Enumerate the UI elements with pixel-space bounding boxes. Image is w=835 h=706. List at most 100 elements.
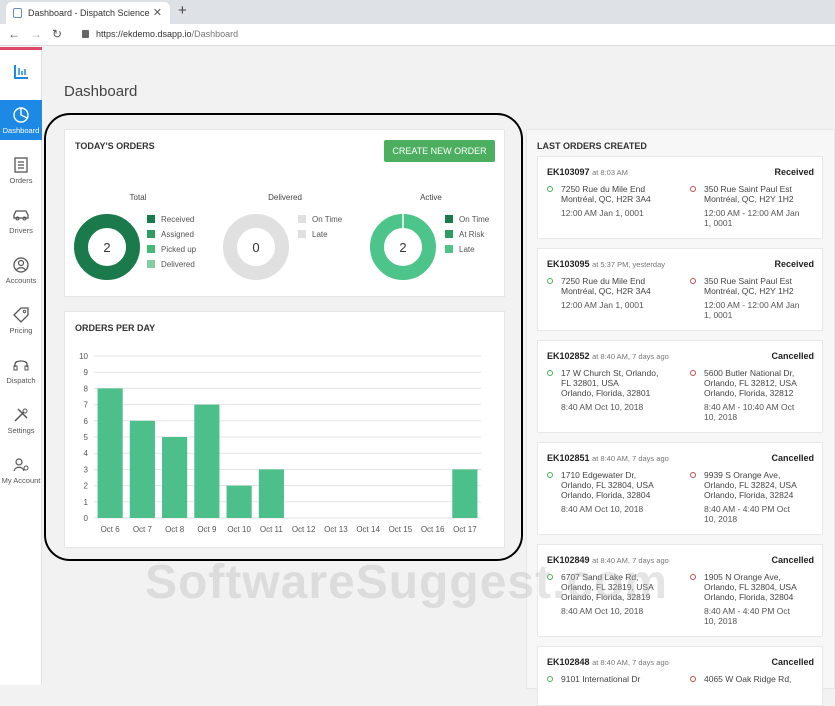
x-tick-label: Oct 17	[453, 525, 477, 534]
dropoff-address: 1905 N Orange Ave, Orlando, FL 32804, USA…	[690, 572, 820, 626]
address-bar: ← → ↻ https://ekdemo.dsapp.io/Dashboard	[0, 24, 835, 46]
pickup-address: 9101 International Dr	[547, 674, 665, 684]
tools-icon	[14, 408, 28, 422]
legend-item: On Time	[298, 215, 342, 230]
order-id: EK103095 at 5:37 PM, yesterday	[547, 259, 665, 269]
dropoff-address: 5600 Butler National Dr, Orlando, FL 3281…	[690, 368, 820, 422]
sidebar-item-accounts[interactable]: Accounts	[0, 250, 42, 290]
address-line: 1905 N Orange Ave,	[704, 572, 781, 582]
order-card[interactable]: EK103097 at 8:03 AM Received 7250 Rue du M…	[537, 156, 823, 239]
url-path: /Dashboard	[191, 29, 239, 39]
bar[interactable]	[452, 469, 478, 518]
address-line: FL 32801, USA	[561, 378, 619, 388]
sidebar-item-drivers[interactable]: Drivers	[0, 200, 42, 240]
address-line: Orlando, Florida, 32819	[561, 592, 651, 602]
dropoff-address: 350 Rue Saint Paul Est Montréal, QC, H2Y …	[690, 276, 820, 320]
sidebar-item-dashboard[interactable]: Dashboard	[0, 100, 42, 140]
sidebar-item-label: Dispatch	[6, 376, 36, 385]
bar[interactable]	[226, 485, 252, 518]
y-tick-label: 6	[84, 417, 89, 426]
create-new-order-button[interactable]: CREATE NEW ORDER	[384, 140, 495, 162]
order-id-text: EK103097	[547, 167, 590, 177]
y-tick-label: 3	[84, 465, 89, 474]
sidebar-item-my-account[interactable]: My Account	[0, 450, 42, 490]
reload-icon[interactable]: ↻	[52, 27, 62, 41]
close-tab-icon[interactable]: ✕	[153, 2, 162, 24]
user-gear-icon	[13, 458, 29, 472]
pickup-address: 17 W Church St, Orlando, FL 32801, USA Orl…	[547, 368, 665, 412]
order-status: Cancelled	[771, 657, 814, 667]
address-line: Orlando, FL 32819, USA	[561, 582, 654, 592]
order-card[interactable]: EK102848 at 8:40 AM, 7 days ago Cancelled…	[537, 646, 823, 706]
pickup-dot-icon	[547, 186, 553, 192]
dropoff-dot-icon	[690, 676, 696, 682]
dropoff-time-line: 12:00 AM - 12:00 AM Jan	[704, 300, 800, 310]
pickup-address: 6707 Sand Lake Rd, Orlando, FL 32819, USA…	[547, 572, 665, 616]
donut-delivered-value: 0	[252, 240, 259, 255]
legend-label: Picked up	[161, 245, 197, 254]
pickup-dot-icon	[547, 574, 553, 580]
dropoff-time-line: 8:40 AM - 10:40 AM Oct	[704, 402, 795, 412]
forward-icon[interactable]: →	[30, 27, 42, 41]
accent-bar	[0, 47, 42, 50]
dropoff-dot-icon	[690, 186, 696, 192]
address-line: 9939 S Orange Ave,	[704, 470, 781, 480]
browser-tab[interactable]: Dashboard - Dispatch Science ✕	[6, 2, 170, 24]
order-id-text: EK102851	[547, 453, 590, 463]
address-line: Orlando, Florida, 32812	[704, 388, 794, 398]
bar[interactable]	[258, 469, 284, 518]
address-line: Montréal, QC, H2R 3A4	[561, 286, 651, 296]
address-line: 17 W Church St, Orlando,	[561, 368, 659, 378]
sidebar-item-pricing[interactable]: Pricing	[0, 300, 42, 340]
dropoff-time: 8:40 AM - 4:40 PM Oct 10, 2018	[704, 504, 820, 524]
dropoff-dot-icon	[690, 370, 696, 376]
dropoff-time-line: 10, 2018	[704, 514, 738, 524]
legend-label: On Time	[459, 215, 490, 224]
legend-swatch	[445, 230, 453, 238]
back-icon[interactable]: ←	[8, 27, 20, 41]
url-field[interactable]: https://ekdemo.dsapp.io/Dashboard	[96, 29, 238, 39]
legend-swatch	[147, 245, 155, 253]
pickup-time: 12:00 AM Jan 1, 0001	[561, 208, 644, 218]
dropoff-time-line: 8:40 AM - 4:40 PM Oct	[704, 606, 790, 616]
dropoff-time: 12:00 AM - 12:00 AM Jan 1, 0001	[704, 300, 820, 320]
headset-icon	[13, 360, 29, 371]
legend-label: Late	[459, 245, 475, 254]
address-line: 9101 International Dr	[561, 674, 641, 684]
dashboard-icon	[13, 107, 29, 123]
sidebar-item-orders[interactable]: Orders	[0, 150, 42, 190]
dropoff-time-line: 1, 0001	[704, 218, 733, 228]
pickup-dot-icon	[547, 370, 553, 376]
sidebar-item-settings[interactable]: Settings	[0, 400, 42, 440]
order-card[interactable]: EK102852 at 8:40 AM, 7 days ago Cancelled…	[537, 340, 823, 433]
sidebar-item-dispatch[interactable]: Dispatch	[0, 350, 42, 390]
car-icon	[13, 210, 29, 221]
dropoff-address: 350 Rue Saint Paul Est Montréal, QC, H2Y …	[690, 184, 820, 228]
y-tick-label: 0	[84, 514, 89, 523]
order-card[interactable]: EK102849 at 8:40 AM, 7 days ago Cancelled…	[537, 544, 823, 637]
legend-total: Received Assigned Picked up Delivered	[147, 215, 196, 275]
legend-label: Late	[312, 230, 328, 239]
order-id: EK102849 at 8:40 AM, 7 days ago	[547, 555, 669, 565]
page-title: Dashboard	[64, 83, 138, 100]
dropoff-dot-icon	[690, 574, 696, 580]
bar[interactable]	[97, 388, 123, 518]
pickup-time: 8:40 AM Oct 10, 2018	[561, 504, 644, 514]
pickup-dot-icon	[547, 278, 553, 284]
sidebar-item-label: Pricing	[9, 326, 33, 335]
bar[interactable]	[129, 420, 155, 518]
x-tick-label: Oct 13	[324, 525, 348, 534]
order-time: at 8:40 AM, 7 days ago	[592, 556, 669, 565]
order-card[interactable]: EK102851 at 8:40 AM, 7 days ago Cancelled…	[537, 442, 823, 535]
address-line: 4065 W Oak Ridge Rd,	[704, 674, 792, 684]
dropoff-time: 12:00 AM - 12:00 AM Jan 1, 0001	[704, 208, 820, 228]
legend-label: Assigned	[161, 230, 194, 239]
dropoff-time: 8:40 AM - 4:40 PM Oct 10, 2018	[704, 606, 820, 626]
y-tick-label: 10	[79, 352, 88, 361]
bar[interactable]	[162, 437, 188, 518]
order-id: EK102851 at 8:40 AM, 7 days ago	[547, 453, 669, 463]
sidebar-item-label: Accounts	[5, 276, 37, 285]
order-card[interactable]: EK103095 at 5:37 PM, yesterday Received 72…	[537, 248, 823, 331]
bar[interactable]	[194, 404, 220, 518]
new-tab-button[interactable]: +	[178, 2, 187, 19]
